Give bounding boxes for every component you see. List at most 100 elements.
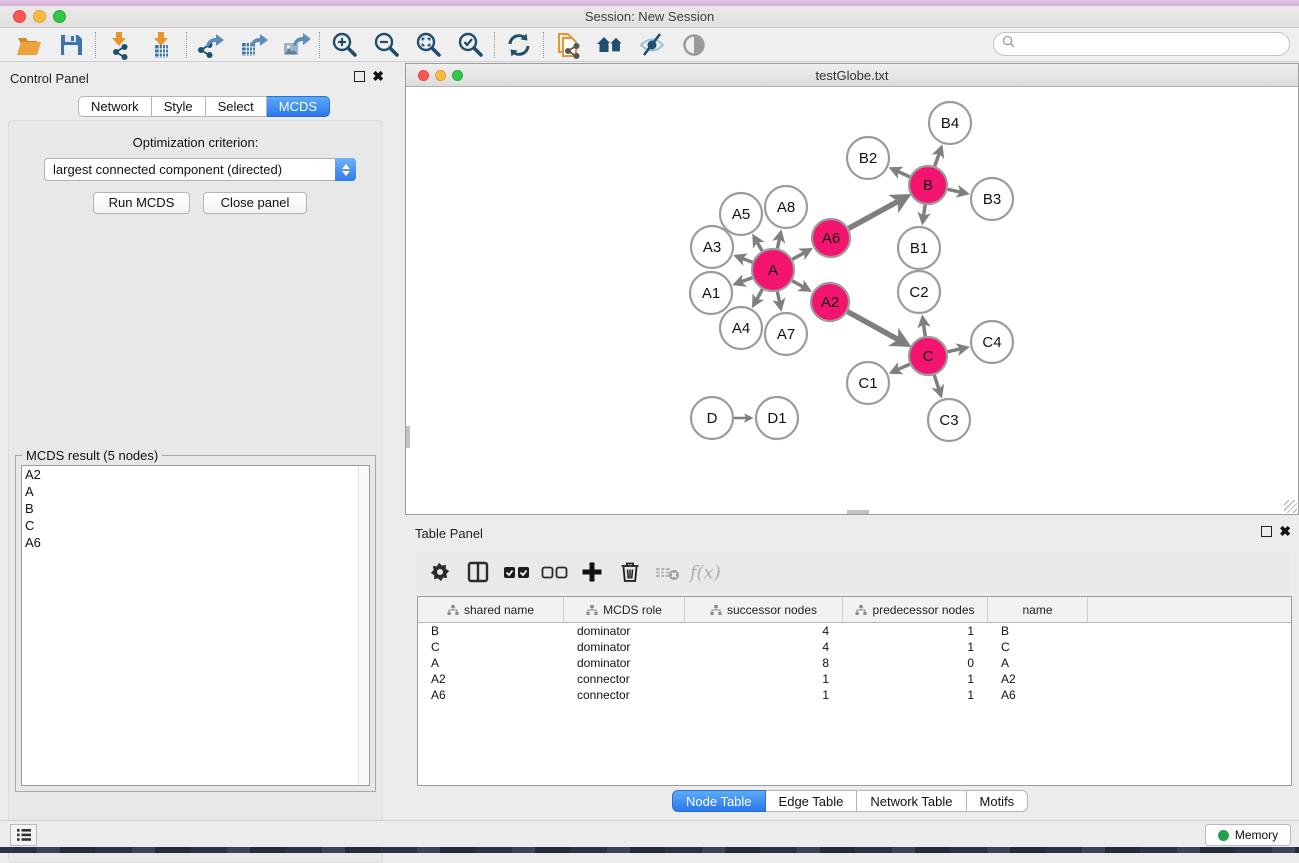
network-node-D[interactable]: D (691, 397, 733, 439)
network-node-C1[interactable]: C1 (847, 362, 889, 404)
tab-mcds[interactable]: MCDS (267, 96, 330, 117)
minimize-window-button[interactable] (33, 10, 46, 23)
unselect-all-columns-icon[interactable] (535, 557, 573, 587)
network-node-B2[interactable]: B2 (847, 137, 889, 179)
cell-predecessor-nodes[interactable]: 1 (843, 687, 988, 703)
cell-successor-nodes[interactable]: 1 (685, 671, 843, 687)
network-node-C4[interactable]: C4 (971, 321, 1013, 363)
tab-edge-table[interactable]: Edge Table (766, 790, 858, 812)
result-item[interactable]: A (22, 483, 369, 500)
cell-shared-name[interactable]: C (418, 639, 564, 655)
cell-successor-nodes[interactable]: 8 (685, 655, 843, 671)
cell-shared-name[interactable]: A (418, 655, 564, 671)
zoom-fit-icon[interactable] (407, 30, 449, 60)
result-item[interactable]: A6 (22, 534, 369, 551)
cell-MCDS-role[interactable]: connector (564, 671, 685, 687)
settings-gear-icon[interactable] (421, 557, 459, 587)
cell-name[interactable]: A (988, 655, 1088, 671)
run-mcds-button[interactable]: Run MCDS (93, 192, 190, 214)
column-header-shared-name[interactable]: shared name (418, 597, 564, 622)
close-panel-icon[interactable]: ✖ (372, 71, 384, 82)
zoom-selected-icon[interactable] (449, 30, 491, 60)
cell-MCDS-role[interactable]: dominator (564, 639, 685, 655)
network-node-A3[interactable]: A3 (691, 226, 733, 268)
hide-panel-icon[interactable] (631, 30, 673, 60)
import-table-icon[interactable] (141, 30, 183, 60)
network-node-B4[interactable]: B4 (929, 102, 971, 144)
column-header-MCDS-role[interactable]: MCDS role (564, 597, 685, 622)
cell-MCDS-role[interactable]: dominator (564, 623, 685, 639)
column-header-predecessor-nodes[interactable]: predecessor nodes (843, 597, 988, 622)
network-window-titlebar[interactable]: testGlobe.txt (406, 64, 1298, 87)
cell-predecessor-nodes[interactable]: 1 (843, 623, 988, 639)
open-session-icon[interactable] (8, 30, 50, 60)
table-row[interactable]: Cdominator41C (418, 639, 1291, 655)
network-minimize-button[interactable] (435, 70, 446, 81)
export-table-icon[interactable] (232, 30, 274, 60)
network-node-D1[interactable]: D1 (756, 397, 798, 439)
table-row[interactable]: Bdominator41B (418, 623, 1291, 639)
close-window-button[interactable] (13, 10, 26, 23)
select-all-columns-icon[interactable] (497, 557, 535, 587)
cell-predecessor-nodes[interactable]: 1 (843, 639, 988, 655)
cell-name[interactable]: A6 (988, 687, 1088, 703)
cell-predecessor-nodes[interactable]: 1 (843, 671, 988, 687)
add-column-icon[interactable] (573, 557, 611, 587)
cell-shared-name[interactable]: B (418, 623, 564, 639)
network-node-A2[interactable]: A2 (811, 283, 849, 321)
table-row[interactable]: Adominator80A (418, 655, 1291, 671)
float-panel-icon[interactable] (354, 71, 365, 82)
clone-network-icon[interactable] (547, 30, 589, 60)
network-canvas[interactable]: AA1A2A3A4A5A6A7A8BB1B2B3B4CC1C2C3C4DD1 (406, 88, 1298, 514)
home-icon[interactable] (589, 30, 631, 60)
cell-MCDS-role[interactable]: dominator (564, 655, 685, 671)
optimization-criterion-select[interactable]: largest connected component (directed) (44, 158, 356, 181)
column-header-successor-nodes[interactable]: successor nodes (685, 597, 843, 622)
cell-MCDS-role[interactable]: connector (564, 687, 685, 703)
tab-network[interactable]: Network (78, 96, 152, 117)
tab-style[interactable]: Style (152, 96, 206, 117)
search-box[interactable] (993, 32, 1290, 56)
export-network-icon[interactable] (190, 30, 232, 60)
cell-shared-name[interactable]: A6 (418, 687, 564, 703)
column-layout-icon[interactable] (459, 557, 497, 587)
zoom-in-icon[interactable] (323, 30, 365, 60)
result-item[interactable]: B (22, 500, 369, 517)
cell-successor-nodes[interactable]: 4 (685, 639, 843, 655)
export-image-icon[interactable] (274, 30, 316, 60)
table-row[interactable]: A2connector11A2 (418, 671, 1291, 687)
network-node-A6[interactable]: A6 (812, 219, 850, 257)
zoom-out-icon[interactable] (365, 30, 407, 60)
tab-network-table[interactable]: Network Table (857, 790, 966, 812)
network-node-A8[interactable]: A8 (765, 186, 807, 228)
network-maximize-button[interactable] (452, 70, 463, 81)
cell-name[interactable]: A2 (988, 671, 1088, 687)
close-table-panel-icon[interactable]: ✖ (1279, 526, 1291, 537)
result-item[interactable]: C (22, 517, 369, 534)
network-node-A4[interactable]: A4 (720, 307, 762, 349)
network-node-B[interactable]: B (909, 166, 947, 204)
result-item[interactable]: A2 (22, 466, 369, 483)
horizontal-scroll-hint[interactable] (847, 510, 869, 514)
column-header-name[interactable]: name (988, 597, 1088, 622)
cell-successor-nodes[interactable]: 1 (685, 687, 843, 703)
maximize-window-button[interactable] (53, 10, 66, 23)
cell-name[interactable]: B (988, 623, 1088, 639)
network-node-B3[interactable]: B3 (971, 178, 1013, 220)
network-node-A5[interactable]: A5 (720, 193, 762, 235)
memory-button[interactable]: Memory (1205, 824, 1291, 846)
cell-predecessor-nodes[interactable]: 0 (843, 655, 988, 671)
resize-grip[interactable] (1284, 500, 1297, 513)
network-close-button[interactable] (418, 70, 429, 81)
task-history-button[interactable] (10, 824, 37, 846)
cell-shared-name[interactable]: A2 (418, 671, 564, 687)
network-node-C2[interactable]: C2 (898, 271, 940, 313)
network-node-A[interactable]: A (752, 249, 794, 291)
cell-name[interactable]: C (988, 639, 1088, 655)
network-node-A7[interactable]: A7 (765, 313, 807, 355)
tab-select[interactable]: Select (206, 96, 267, 117)
tab-motifs[interactable]: Motifs (967, 790, 1029, 812)
tab-node-table[interactable]: Node Table (672, 790, 766, 812)
network-node-C3[interactable]: C3 (928, 399, 970, 441)
preview-icon[interactable] (673, 30, 715, 60)
